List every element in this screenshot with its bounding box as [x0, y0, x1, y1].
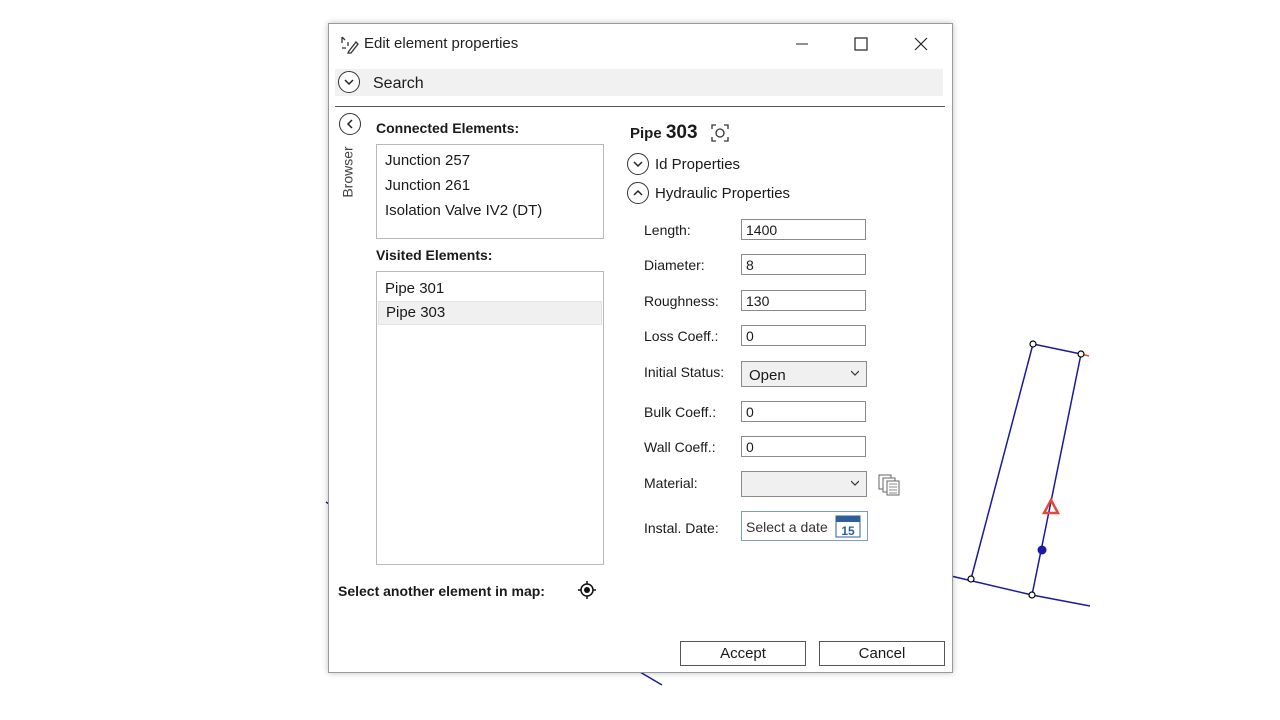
element-type: Pipe — [630, 125, 662, 142]
map-junction — [967, 575, 975, 583]
length-input[interactable]: 1400 — [741, 219, 866, 240]
connected-elements-label: Connected Elements: — [376, 120, 520, 136]
connected-elements-list[interactable]: Junction 257 Junction 261 Isolation Valv… — [376, 144, 604, 239]
chevron-left-icon — [346, 119, 353, 129]
list-item[interactable]: Isolation Valve IV2 (DT) — [385, 202, 542, 219]
roughness-label: Roughness: — [644, 293, 719, 309]
map-junction — [1077, 350, 1085, 358]
browser-tab[interactable]: Browser — [336, 144, 366, 204]
zoom-to-element-icon[interactable] — [711, 124, 729, 142]
expand-search-button[interactable] — [338, 71, 360, 93]
maximize-button[interactable] — [843, 30, 879, 58]
hydraulic-properties-expander[interactable] — [627, 182, 649, 204]
chevron-down-icon — [851, 480, 859, 486]
list-item[interactable]: Junction 257 — [385, 152, 470, 169]
map-pipe — [639, 671, 663, 686]
map-pipe — [1031, 353, 1082, 596]
close-button[interactable] — [903, 30, 939, 58]
list-item[interactable]: Junction 261 — [385, 177, 470, 194]
map-valve — [1037, 545, 1047, 555]
loss-coeff-input[interactable]: 0 — [741, 325, 866, 346]
initial-status-value: Open — [749, 367, 786, 384]
roughness-input[interactable]: 130 — [741, 290, 866, 311]
map-junction — [1029, 340, 1037, 348]
edit-properties-dialog: Edit element properties Search Browser C… — [328, 23, 953, 673]
search-expander[interactable]: Search — [335, 69, 943, 96]
select-in-map-label: Select another element in map: — [338, 583, 545, 599]
edit-element-icon — [341, 36, 359, 54]
material-catalog-icon[interactable] — [878, 474, 900, 496]
minimize-icon — [796, 43, 808, 45]
initial-status-select[interactable]: Open — [741, 361, 867, 387]
map-pipe — [1032, 343, 1082, 355]
visited-elements-label: Visited Elements: — [376, 247, 493, 263]
chevron-down-icon — [633, 161, 643, 168]
divider — [335, 106, 945, 107]
hydraulic-properties-label[interactable]: Hydraulic Properties — [655, 185, 790, 202]
map-pipe — [970, 343, 1034, 580]
wall-coeff-label: Wall Coeff.: — [644, 439, 716, 455]
title-bar: Edit element properties — [329, 24, 952, 64]
visited-elements-list[interactable]: Pipe 301 Pipe 303 — [376, 271, 604, 565]
install-date-picker[interactable]: Select a date 15 — [741, 511, 868, 541]
chevron-up-icon — [633, 189, 643, 196]
element-id: 303 — [665, 122, 698, 143]
loss-coeff-label: Loss Coeff.: — [644, 328, 719, 344]
chevron-down-icon — [344, 79, 354, 86]
install-date-placeholder: Select a date — [746, 519, 828, 535]
close-icon — [914, 37, 928, 51]
chevron-down-icon — [851, 370, 859, 376]
map-pipe — [1031, 594, 1091, 607]
collapse-browser-button[interactable] — [339, 113, 361, 135]
window-title: Edit element properties — [364, 35, 519, 52]
browser-tab-label: Browser — [339, 146, 356, 198]
maximize-icon — [854, 37, 868, 51]
list-item[interactable]: Pipe 301 — [385, 280, 444, 297]
crosshair-icon[interactable] — [578, 581, 596, 599]
bulk-coeff-input[interactable]: 0 — [741, 401, 866, 422]
install-date-label: Instal. Date: — [644, 520, 719, 536]
length-label: Length: — [644, 222, 691, 238]
search-label: Search — [373, 75, 424, 92]
initial-status-label: Initial Status: — [644, 364, 725, 380]
calendar-icon[interactable]: 15 — [835, 514, 861, 538]
diameter-label: Diameter: — [644, 257, 705, 273]
bulk-coeff-label: Bulk Coeff.: — [644, 404, 717, 420]
id-properties-expander[interactable] — [627, 153, 649, 175]
map-pipe — [950, 575, 1033, 596]
wall-coeff-input[interactable]: 0 — [741, 436, 866, 457]
cancel-button[interactable]: Cancel — [819, 641, 945, 666]
minimize-button[interactable] — [784, 30, 820, 58]
id-properties-label[interactable]: Id Properties — [655, 156, 740, 173]
diameter-input[interactable]: 8 — [741, 254, 866, 275]
map-warning-icon — [1041, 497, 1061, 515]
element-heading: Pipe 303 — [630, 122, 698, 144]
map-junction — [1028, 591, 1036, 599]
calendar-day: 15 — [841, 524, 855, 538]
list-item-selected[interactable]: Pipe 303 — [378, 301, 602, 325]
accept-button[interactable]: Accept — [680, 641, 806, 666]
material-select[interactable] — [741, 471, 867, 497]
material-label: Material: — [644, 475, 698, 491]
